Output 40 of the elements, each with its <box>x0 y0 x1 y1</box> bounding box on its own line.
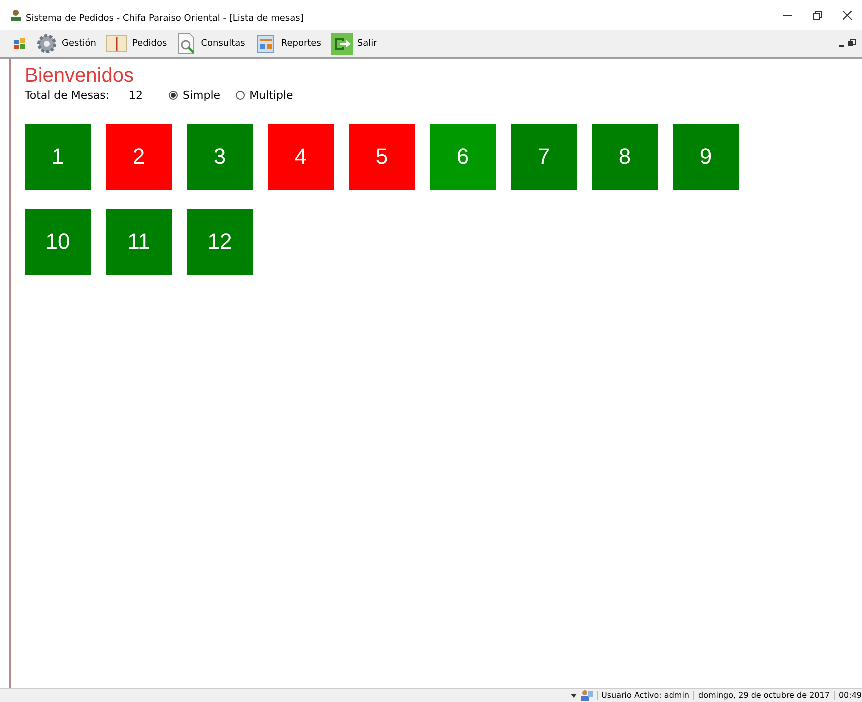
windows-icon[interactable] <box>14 38 26 50</box>
table-tile[interactable]: 3 <box>187 124 253 190</box>
table-tile[interactable]: 2 <box>106 124 172 190</box>
total-label: Total de Mesas: <box>25 89 111 102</box>
toolbar-button[interactable]: Gestión <box>36 32 96 54</box>
table-tile[interactable]: 7 <box>511 124 577 190</box>
table-tile[interactable]: 8 <box>592 124 658 190</box>
table-tile[interactable]: 11 <box>106 209 172 275</box>
toolbar-button[interactable]: Pedidos <box>106 34 168 54</box>
close-icon <box>842 10 852 20</box>
restore-icon <box>812 10 822 20</box>
minimize-icon <box>839 44 844 46</box>
mode-radio[interactable]: Simple <box>169 89 221 102</box>
search-icon <box>177 32 198 54</box>
gear-icon <box>36 32 58 54</box>
toolbar-button[interactable]: Salir <box>331 32 378 54</box>
table-tile[interactable]: 10 <box>25 209 91 275</box>
table-tile[interactable]: 5 <box>349 124 415 190</box>
restore-icon <box>848 38 856 46</box>
total-value: 12 <box>129 89 144 102</box>
app-icon <box>10 9 22 21</box>
table-tile[interactable]: 6 <box>430 124 496 190</box>
report-icon <box>255 32 278 54</box>
toolbar-button[interactable]: Consultas <box>177 32 246 54</box>
table-tile[interactable]: 1 <box>25 124 91 190</box>
dropdown-icon[interactable] <box>570 694 577 698</box>
book-icon <box>106 34 128 54</box>
table-tile[interactable]: 9 <box>673 124 739 190</box>
child-restore-button[interactable] <box>848 38 856 48</box>
mode-radio[interactable]: Multiple <box>236 89 294 102</box>
toolbar-button[interactable]: Reportes <box>255 32 322 54</box>
status-date: domingo, 29 de octubre de 2017 <box>693 691 830 700</box>
table-tile[interactable]: 4 <box>268 124 334 190</box>
welcome-heading: Bienvenidos <box>25 65 135 88</box>
status-time: 00:49 <box>834 691 862 700</box>
exit-icon <box>331 32 354 54</box>
active-user: Usuario Activo: admin <box>596 691 690 700</box>
table-tile[interactable]: 12 <box>187 209 253 275</box>
user-icon <box>580 690 593 701</box>
window-title: Sistema de Pedidos - Chifa Paraiso Oriental - [Lista de mesas] <box>26 13 305 24</box>
